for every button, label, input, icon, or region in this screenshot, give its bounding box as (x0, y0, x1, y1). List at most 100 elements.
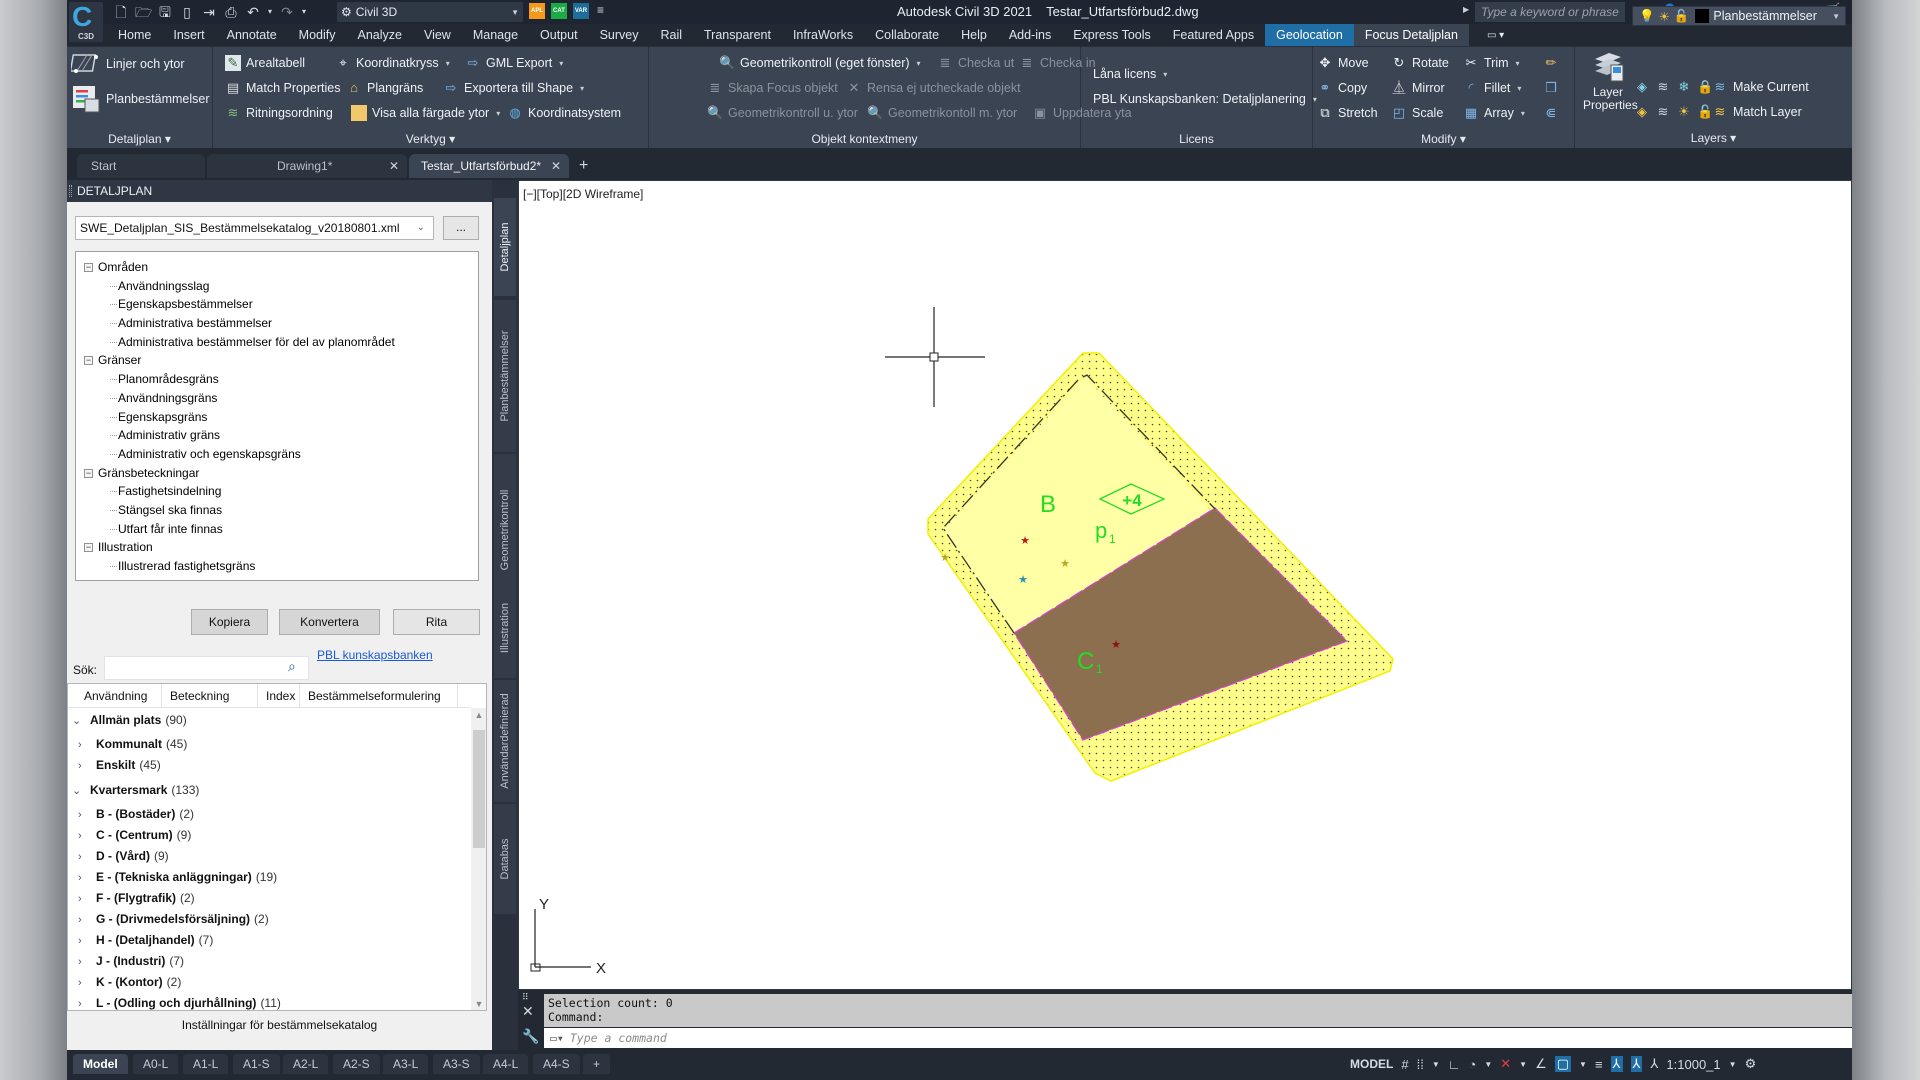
rita-button[interactable]: Rita (393, 609, 480, 635)
tree-node-item[interactable]: Administrativ och egenskapsgräns (76, 445, 478, 464)
lana-licens-button[interactable]: Låna licens ▾ (1093, 63, 1167, 85)
tab-insert[interactable]: Insert (162, 24, 215, 46)
chevron-right-icon[interactable]: › (78, 826, 90, 846)
catalog-dropdown[interactable]: SWE_Detaljplan_SIS_Bestämmelsekatalog_v2… (75, 216, 434, 240)
collapse-icon[interactable]: − (84, 263, 93, 272)
close-icon[interactable]: ✕ (389, 154, 399, 178)
collapse-icon[interactable]: − (84, 468, 93, 478)
star-marker-red[interactable]: ★ (1020, 535, 1030, 547)
annotation-scale-icon[interactable]: ⅄ (1650, 1056, 1658, 1072)
drawing-viewport[interactable]: [−][Top][2D Wireframe] +4 B p 1 C 1 ★ ★ … (518, 180, 1852, 990)
customize-qat-icon[interactable]: ≡ (597, 3, 604, 17)
layout-tab-a1-s[interactable]: A1-S (233, 1054, 280, 1074)
command-input[interactable]: ▭▾ Type a command (544, 1028, 1852, 1048)
chevron-down-icon[interactable]: ▼ (1432, 1060, 1440, 1069)
collapse-icon[interactable]: − (84, 356, 93, 366)
trim-button[interactable]: ✂ Trim ▾ (1463, 52, 1520, 74)
layout-tab-a3-l[interactable]: A3-L (383, 1054, 429, 1074)
layer-lock-icon[interactable]: 🔒 (1697, 79, 1713, 95)
tree-node-item[interactable]: Egenskapsgräns (76, 408, 478, 427)
chevron-right-icon[interactable]: › (78, 952, 90, 972)
rotate-button[interactable]: ↻ Rotate (1391, 52, 1449, 74)
tab-add-ins[interactable]: Add-ins (998, 24, 1062, 46)
linjer-och-ytor-button[interactable]: Linjer och ytor (71, 49, 185, 79)
chevron-right-icon[interactable]: › (78, 994, 90, 1010)
chevron-right-icon[interactable]: › (78, 735, 90, 755)
wrench-icon[interactable]: 🔧 (522, 1028, 539, 1045)
layout-tab-a4-l[interactable]: A4-L (483, 1054, 529, 1074)
tab-focus-detaljplan[interactable]: Focus Detaljplan (1353, 24, 1469, 46)
chevron-right-icon[interactable]: › (78, 931, 90, 951)
grip-icon[interactable] (69, 185, 72, 197)
model-space-button[interactable]: MODEL (1350, 1057, 1393, 1071)
layer-properties-button[interactable]: Layer Properties (1583, 51, 1638, 112)
tree-node-item[interactable]: Användningsgräns (76, 389, 478, 408)
column-header-index[interactable]: Index (258, 684, 300, 708)
chevron-right-icon[interactable]: › (78, 805, 90, 825)
new-tab-button[interactable]: + (579, 157, 588, 175)
chevron-down-icon[interactable]: ▼ (1729, 1060, 1737, 1069)
copy-button[interactable]: ⚭ Copy (1317, 77, 1368, 99)
chevron-down-icon[interactable]: ⌄ (72, 711, 84, 731)
command-prompt-icon[interactable]: ▭▾ (550, 1028, 564, 1048)
doc-tab-start[interactable]: Start (77, 154, 205, 178)
pbl-kunskapsbanken-button[interactable]: PBL Kunskapsbanken: Detaljplanering ▾ (1093, 88, 1317, 110)
match-layer-button[interactable]: ≋ Match Layer (1712, 101, 1802, 123)
tab-analyze[interactable]: Analyze (346, 24, 412, 46)
chevron-right-icon[interactable]: › (78, 910, 90, 930)
tree-node-item[interactable]: Stängsel ska finnas (76, 501, 478, 520)
annotation-scale-value[interactable]: 1:1000_1 (1666, 1057, 1720, 1072)
gear-icon[interactable]: ⚙ (1745, 1056, 1757, 1072)
redo-dropdown-icon[interactable]: ▾ (301, 4, 307, 20)
tab-help[interactable]: Help (950, 24, 998, 46)
tab-geolocation[interactable]: Geolocation (1265, 24, 1354, 46)
pbl-kunskapsbanken-link[interactable]: PBL kunskapsbanken (317, 648, 433, 662)
chevron-down-icon[interactable]: ▼ (1579, 1060, 1587, 1069)
layer-previous-icon[interactable]: ≋ (1655, 104, 1671, 120)
doc-tab-testar[interactable]: Testar_Utfartsförbud2* ✕ (409, 154, 569, 178)
object-snap-tracking-icon[interactable]: ✕ (1500, 1056, 1511, 1072)
tab-transparent[interactable]: Transparent (693, 24, 782, 46)
geometrikontroll-button[interactable]: 🔍 Geometrikontroll (eget fönster) ▾ (719, 52, 921, 74)
expand-search-icon[interactable]: ▶ (1463, 5, 1469, 14)
tab-express-tools[interactable]: Express Tools (1062, 24, 1162, 46)
close-icon[interactable]: ✕ (522, 1003, 534, 1020)
visa-fargade-ytor-button[interactable]: Visa alla färgade ytor ▾ (351, 102, 500, 124)
chevron-down-icon[interactable]: ▼ (1519, 1060, 1527, 1069)
grid-row[interactable]: › K - (Kontor) (2) (78, 972, 181, 992)
tree-node-group[interactable]: − Illustration (76, 538, 478, 557)
share-icon[interactable]: ⇥ (201, 4, 217, 20)
grid-row[interactable]: › C - (Centrum) (9) (78, 825, 191, 845)
tree-node-item[interactable]: Administrativa bestämmelser (76, 314, 478, 333)
save-icon[interactable]: 🖫 (157, 4, 173, 20)
array-button[interactable]: ▦ Array ▾ (1463, 102, 1525, 124)
koordinatsystem-button[interactable]: ◍ Koordinatsystem (507, 102, 621, 124)
chevron-right-icon[interactable]: › (78, 868, 90, 888)
grid-row[interactable]: › F - (Flygtrafik) (2) (78, 888, 195, 908)
scrollbar-thumb[interactable] (473, 730, 485, 848)
grip-icon[interactable]: ⠿ (522, 992, 529, 1003)
open-folder-icon[interactable]: 🗁 (135, 4, 152, 20)
chevron-down-icon[interactable]: ▼ (1484, 1060, 1492, 1069)
grid-scrollbar[interactable]: ▲ ▼ (471, 708, 486, 1010)
application-menu-button[interactable]: C C3D (69, 2, 103, 42)
grid-row[interactable]: › Kommunalt (45) (78, 734, 187, 754)
star-marker-darkred[interactable]: ★ (1111, 639, 1121, 651)
grid-row[interactable]: › E - (Tekniska anläggningar) (19) (78, 867, 277, 887)
layer-on-icon[interactable]: ◈ (1634, 104, 1650, 120)
panel-label-detaljplan[interactable]: Detaljplan ▾ (67, 129, 212, 149)
panel-label-modify[interactable]: Modify ▾ (1313, 129, 1574, 149)
layer-freeze-icon[interactable]: ❄ (1676, 79, 1692, 95)
tab-home[interactable]: Home (107, 24, 162, 46)
drawing-canvas[interactable]: +4 B p 1 C 1 ★ ★ ★ ★ ★ Y X (519, 181, 1852, 991)
ritningsordning-button[interactable]: ≋ Ritningsordning (225, 102, 333, 124)
vertical-tab-databas[interactable]: Databas (494, 804, 516, 914)
scroll-up-icon[interactable]: ▲ (471, 710, 486, 720)
fillet-button[interactable]: ◜ Fillet ▾ (1463, 77, 1521, 99)
offset-button[interactable]: ⋐ (1543, 102, 1559, 124)
layout-tab-a4-s[interactable]: A4-S (533, 1054, 580, 1074)
tab-collaborate[interactable]: Collaborate (864, 24, 950, 46)
tab-view[interactable]: View (413, 24, 462, 46)
redo-icon[interactable]: ↷ (279, 4, 295, 20)
apl-badge[interactable]: APL (529, 3, 545, 19)
